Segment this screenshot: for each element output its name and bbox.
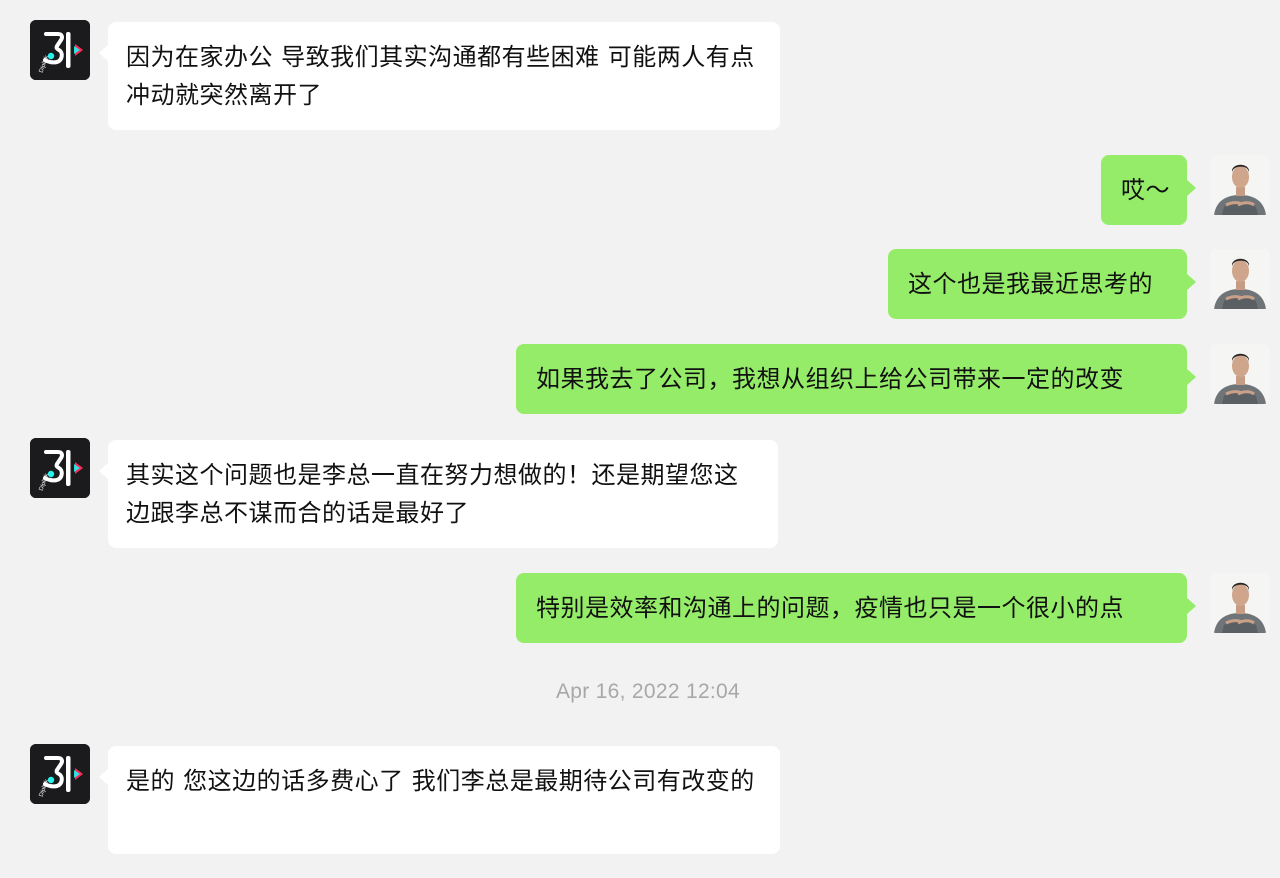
message-text: 这个也是我最近思考的 [908, 270, 1153, 298]
contact-avatar[interactable]: Diplink [30, 20, 90, 80]
diplink-logo-icon: Diplink [30, 20, 90, 80]
my-avatar[interactable] [1210, 249, 1270, 309]
diplink-logo-icon: Diplink [30, 744, 90, 804]
message-text: 如果我去了公司，我想从组织上给公司带来一定的改变 [536, 365, 1124, 393]
message-bubble-incoming[interactable]: 其实这个问题也是李总一直在努力想做的！还是期望您这边跟李总不谋而合的话是最好了 [99, 440, 778, 548]
chat-area[interactable]: Diplink 因为在家办公 导致我们其实沟通都有些困难 可能两人有点冲动就突然… [0, 0, 1280, 878]
message-bubble-incoming[interactable]: 因为在家办公 导致我们其实沟通都有些困难 可能两人有点冲动就突然离开了 [99, 22, 780, 130]
person-photo-icon [1210, 573, 1270, 633]
diplink-logo-icon: Diplink [30, 438, 90, 498]
message-bubble-outgoing[interactable]: 哎～ [1101, 155, 1196, 225]
message-bubble-incoming[interactable]: 是的 您这边的话多费心了 我们李总是最期待公司有改变的 [99, 746, 780, 854]
message-text: 因为在家办公 导致我们其实沟通都有些困难 可能两人有点冲动就突然离开了 [126, 43, 755, 109]
contact-avatar[interactable]: Diplink [30, 438, 90, 498]
person-photo-icon [1210, 249, 1270, 309]
my-avatar[interactable] [1210, 155, 1270, 215]
message-bubble-outgoing[interactable]: 如果我去了公司，我想从组织上给公司带来一定的改变 [516, 344, 1196, 414]
person-photo-icon [1210, 155, 1270, 215]
message-bubble-outgoing[interactable]: 特别是效率和沟通上的问题，疫情也只是一个很小的点 [516, 573, 1196, 643]
message-text: 其实这个问题也是李总一直在努力想做的！还是期望您这边跟李总不谋而合的话是最好了 [126, 461, 739, 527]
message-text: 是的 您这边的话多费心了 我们李总是最期待公司有改变的 [126, 767, 755, 795]
message-text: 哎～ [1121, 176, 1170, 204]
contact-avatar[interactable]: Diplink [30, 744, 90, 804]
person-photo-icon [1210, 344, 1270, 404]
my-avatar[interactable] [1210, 344, 1270, 404]
my-avatar[interactable] [1210, 573, 1270, 633]
message-timestamp: Apr 16, 2022 12:04 [555, 680, 741, 703]
message-text: 特别是效率和沟通上的问题，疫情也只是一个很小的点 [536, 594, 1124, 622]
message-bubble-outgoing[interactable]: 这个也是我最近思考的 [888, 249, 1196, 319]
